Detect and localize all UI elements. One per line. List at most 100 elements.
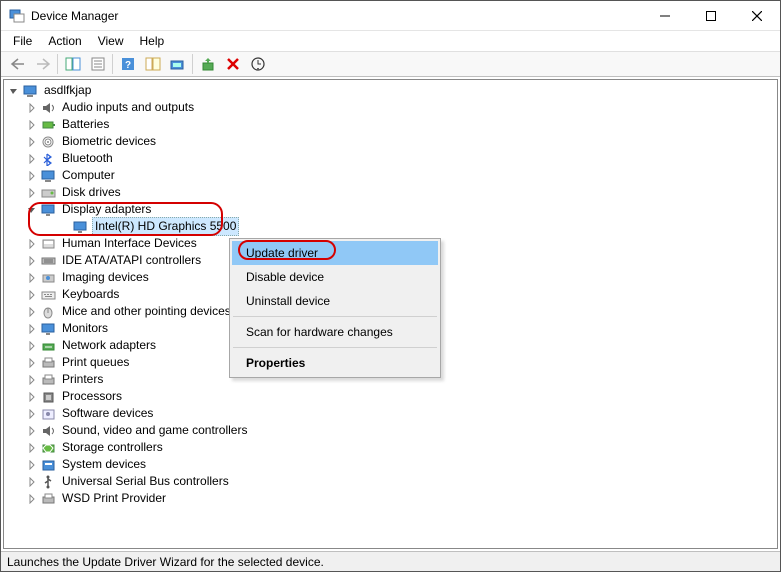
tree-category[interactable]: Computer bbox=[4, 167, 777, 184]
expand-toggle[interactable] bbox=[26, 306, 38, 318]
tree-category-label: Processors bbox=[62, 389, 122, 403]
help-topics-button[interactable] bbox=[141, 53, 164, 75]
expand-toggle[interactable] bbox=[26, 442, 38, 454]
context-menu-item[interactable]: Scan for hardware changes bbox=[232, 320, 438, 344]
mouse-icon bbox=[40, 304, 58, 320]
tree-category-label: Universal Serial Bus controllers bbox=[62, 474, 229, 488]
svg-text:?: ? bbox=[124, 60, 130, 71]
tree-category-label: Printers bbox=[62, 372, 103, 386]
titlebar: Device Manager bbox=[1, 1, 780, 31]
context-menu-item[interactable]: Properties bbox=[232, 351, 438, 375]
expand-toggle[interactable] bbox=[26, 493, 38, 505]
tree-category-label: Disk drives bbox=[62, 185, 121, 199]
computer-icon bbox=[40, 168, 58, 184]
expand-toggle[interactable] bbox=[26, 272, 38, 284]
audio-icon bbox=[40, 100, 58, 116]
tree-category[interactable]: Sound, video and game controllers bbox=[4, 422, 777, 439]
scan-hardware-button[interactable] bbox=[246, 53, 269, 75]
printqueue-icon bbox=[40, 355, 58, 371]
expand-toggle[interactable] bbox=[26, 136, 38, 148]
tree-category-label: Print queues bbox=[62, 355, 129, 369]
keyboard-icon bbox=[40, 287, 58, 303]
tree-device[interactable]: Intel(R) HD Graphics 5500 bbox=[4, 218, 777, 235]
expand-toggle[interactable] bbox=[26, 425, 38, 437]
tree-category[interactable]: Bluetooth bbox=[4, 150, 777, 167]
app-icon bbox=[9, 8, 25, 24]
expand-toggle[interactable] bbox=[26, 459, 38, 471]
tree-category-label: IDE ATA/ATAPI controllers bbox=[62, 253, 201, 267]
menu-file[interactable]: File bbox=[5, 32, 40, 50]
tree-category[interactable]: Audio inputs and outputs bbox=[4, 99, 777, 116]
network-icon bbox=[40, 338, 58, 354]
expand-toggle[interactable] bbox=[26, 408, 38, 420]
tree-category[interactable]: Disk drives bbox=[4, 184, 777, 201]
tree-category-label: System devices bbox=[62, 457, 146, 471]
expand-toggle[interactable] bbox=[26, 374, 38, 386]
menu-view[interactable]: View bbox=[90, 32, 132, 50]
tree-category-label: Keyboards bbox=[62, 287, 119, 301]
tree-category[interactable]: Storage controllers bbox=[4, 439, 777, 456]
tree-category-label: Imaging devices bbox=[62, 270, 149, 284]
minimize-button[interactable] bbox=[642, 1, 688, 30]
tree-category[interactable]: Batteries bbox=[4, 116, 777, 133]
expand-toggle[interactable] bbox=[26, 391, 38, 403]
expand-toggle[interactable] bbox=[8, 85, 20, 97]
device-tree-pane[interactable]: asdlfkjapAudio inputs and outputs Batteri… bbox=[3, 79, 778, 549]
menu-help[interactable]: Help bbox=[132, 32, 173, 50]
tree-category[interactable]: Biometric devices bbox=[4, 133, 777, 150]
tree-category[interactable]: System devices bbox=[4, 456, 777, 473]
tree-category-label: Bluetooth bbox=[62, 151, 113, 165]
tree-category[interactable]: WSD Print Provider bbox=[4, 490, 777, 507]
tree-category[interactable]: Software devices bbox=[4, 405, 777, 422]
tree-category-label: Audio inputs and outputs bbox=[62, 100, 194, 114]
tree-category-label: WSD Print Provider bbox=[62, 491, 166, 505]
status-bar: Launches the Update Driver Wizard for th… bbox=[1, 551, 780, 571]
expand-toggle[interactable] bbox=[26, 170, 38, 182]
expand-toggle[interactable] bbox=[26, 323, 38, 335]
scan-button[interactable] bbox=[166, 53, 189, 75]
bluetooth-icon bbox=[40, 151, 58, 167]
device-manager-window: Device Manager File Action View Help ? a… bbox=[0, 0, 781, 572]
context-menu-item[interactable]: Update driver bbox=[232, 241, 438, 265]
tree-category[interactable]: Display adapters bbox=[4, 201, 777, 218]
expand-toggle[interactable] bbox=[26, 204, 38, 216]
uninstall-toolbar-button[interactable] bbox=[221, 53, 244, 75]
tree-category[interactable]: Processors bbox=[4, 388, 777, 405]
menu-action[interactable]: Action bbox=[40, 32, 89, 50]
expand-toggle[interactable] bbox=[26, 340, 38, 352]
toolbar: ? bbox=[1, 51, 780, 77]
tree-root[interactable]: asdlfkjap bbox=[4, 82, 777, 99]
tree-category-label: Human Interface Devices bbox=[62, 236, 197, 250]
expand-toggle[interactable] bbox=[26, 119, 38, 131]
expand-toggle[interactable] bbox=[26, 357, 38, 369]
tree-category-label: Storage controllers bbox=[62, 440, 163, 454]
context-menu-item[interactable]: Disable device bbox=[232, 265, 438, 289]
hid-icon bbox=[40, 236, 58, 252]
expand-toggle[interactable] bbox=[26, 255, 38, 267]
maximize-button[interactable] bbox=[688, 1, 734, 30]
expand-toggle[interactable] bbox=[26, 153, 38, 165]
expand-toggle[interactable] bbox=[26, 289, 38, 301]
expand-toggle[interactable] bbox=[26, 102, 38, 114]
wsd-icon bbox=[40, 491, 58, 507]
system-icon bbox=[40, 457, 58, 473]
expand-toggle[interactable] bbox=[26, 187, 38, 199]
expand-toggle[interactable] bbox=[26, 238, 38, 250]
context-menu-separator bbox=[233, 316, 437, 317]
sound-icon bbox=[40, 423, 58, 439]
help-button[interactable]: ? bbox=[116, 53, 139, 75]
processor-icon bbox=[40, 389, 58, 405]
tree-device-label: Intel(R) HD Graphics 5500 bbox=[95, 219, 236, 233]
close-button[interactable] bbox=[734, 1, 780, 30]
context-menu-item[interactable]: Uninstall device bbox=[232, 289, 438, 313]
properties-toolbar-button[interactable] bbox=[86, 53, 109, 75]
show-hide-console-button[interactable] bbox=[61, 53, 84, 75]
expand-toggle[interactable] bbox=[26, 476, 38, 488]
forward-button[interactable] bbox=[31, 53, 54, 75]
update-driver-toolbar-button[interactable] bbox=[196, 53, 219, 75]
back-button[interactable] bbox=[6, 53, 29, 75]
context-menu: Update driverDisable deviceUninstall dev… bbox=[229, 238, 441, 378]
tree-category[interactable]: Universal Serial Bus controllers bbox=[4, 473, 777, 490]
tree-category-label: Computer bbox=[62, 168, 115, 182]
disk-icon bbox=[40, 185, 58, 201]
